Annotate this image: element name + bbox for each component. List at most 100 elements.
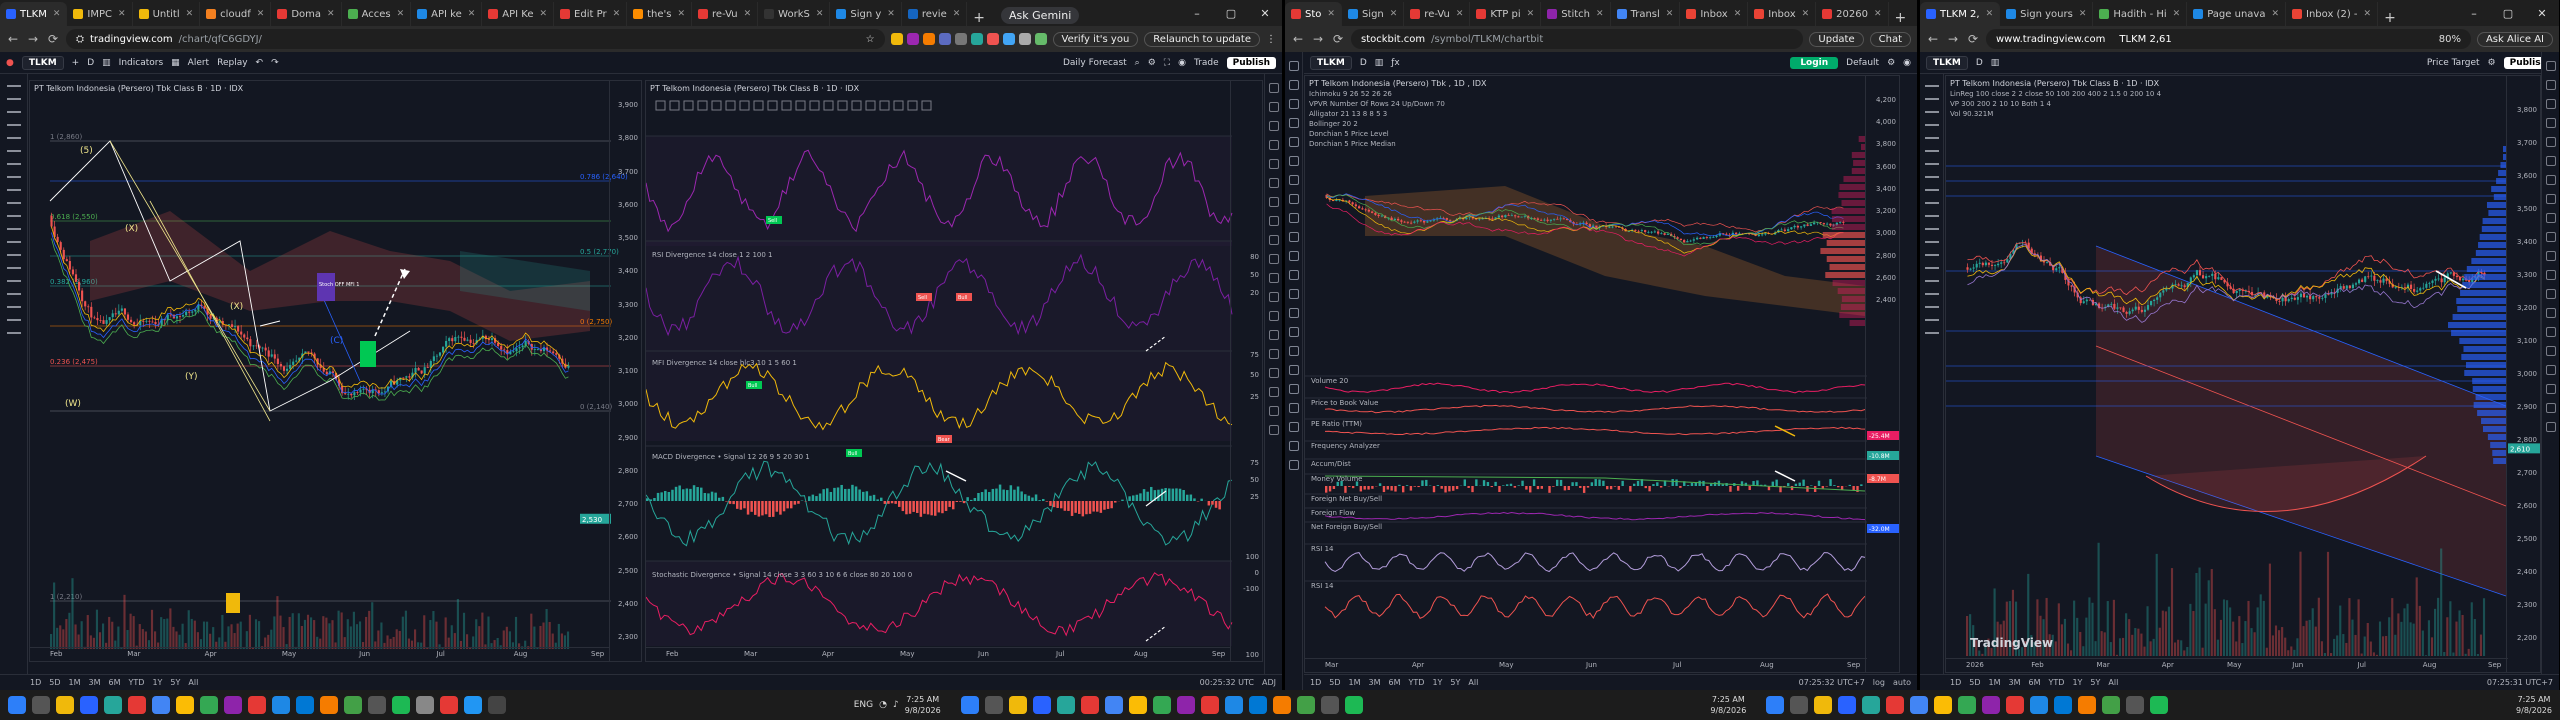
minimize-icon[interactable]: – — [1180, 2, 1214, 26]
maximize-icon[interactable]: ▢ — [2491, 2, 2525, 26]
drawing-toolbar[interactable] — [1285, 52, 1303, 690]
tab-close-icon[interactable]: ✕ — [2271, 9, 2279, 19]
symbol-search[interactable]: TLKM — [1310, 55, 1352, 70]
url-field[interactable]: stockbit.com/symbol/TLKM/chartbit — [1351, 29, 1804, 49]
tab-0[interactable]: Sto ✕ — [1285, 2, 1342, 26]
spotify-icon[interactable] — [2150, 696, 2169, 714]
back-icon[interactable]: ← — [1926, 32, 1940, 46]
tab-0[interactable]: TLKM ✕ — [0, 2, 68, 26]
file-explorer-icon[interactable] — [1814, 696, 1833, 714]
app-icon[interactable] — [272, 696, 290, 714]
app-icon[interactable] — [224, 696, 242, 714]
tab-4[interactable]: Inbox (2) - ✕ — [2286, 2, 2379, 26]
time-axis[interactable]: Feb Mar Apr May Jun Jul Aug Sep — [30, 647, 609, 661]
fullscreen-icon[interactable]: ⛶ — [1164, 58, 1170, 68]
tab-4[interactable]: Stitch ✕ — [1541, 2, 1611, 26]
tab-close-icon[interactable]: ✕ — [2079, 9, 2087, 19]
menu-icon[interactable]: ⋮ — [1266, 34, 1276, 45]
back-icon[interactable]: ← — [1291, 32, 1305, 46]
extension-icon[interactable] — [986, 33, 999, 45]
tab-close-icon[interactable]: ✕ — [118, 9, 126, 19]
extension-icon[interactable] — [1018, 33, 1031, 45]
tab-close-icon[interactable]: ✕ — [1802, 9, 1810, 19]
settings-icon[interactable]: ⚙ — [1887, 58, 1895, 68]
forward-icon[interactable]: → — [1311, 32, 1325, 46]
app-icon[interactable] — [1200, 696, 1219, 714]
symbol-search[interactable]: TLKM — [1926, 55, 1968, 70]
tab-2[interactable]: Untitl ✕ — [133, 2, 201, 26]
range-button[interactable]: 6M — [1389, 678, 1401, 687]
extension-icon[interactable] — [1034, 33, 1047, 45]
price-axis[interactable]: 3,800 3,700 3,600 3,500 3,400 3,300 3,200 3,100… — [2506, 76, 2540, 672]
price-axis[interactable]: 3,900 3,800 3,700 3,600 3,500 3,400 3,300 3,200… — [609, 81, 641, 661]
ask-ai-button[interactable]: Ask Alice AI — [2476, 31, 2553, 47]
forward-icon[interactable]: → — [1946, 32, 1960, 46]
templates-icon[interactable]: ▦ — [171, 58, 180, 68]
tab-close-icon[interactable]: ✕ — [397, 9, 405, 19]
range-button[interactable]: 3M — [1369, 678, 1381, 687]
spotify-icon[interactable] — [392, 696, 410, 714]
chrome-icon[interactable] — [176, 696, 194, 714]
app-icon[interactable] — [128, 696, 146, 714]
bookmark-star-icon[interactable]: ☆ — [866, 34, 875, 45]
app-icon[interactable] — [368, 696, 386, 714]
range-button[interactable]: 1D — [1310, 678, 1321, 687]
layout-button[interactable]: Daily Forecast — [1063, 58, 1127, 68]
taskbar-clock-1[interactable]: 7:25 AM 9/8/2026 — [905, 694, 941, 716]
new-tab-button[interactable]: + — [2378, 10, 2402, 26]
publish-button[interactable]: Publish — [1226, 56, 1276, 69]
chart-type-icon[interactable]: ▥ — [1375, 58, 1384, 68]
compare-icon[interactable]: + — [72, 58, 80, 68]
app-icon[interactable] — [248, 696, 266, 714]
tab-3[interactable]: KTP pi ✕ — [1470, 2, 1542, 26]
tab-2[interactable]: re-Vu ✕ — [1404, 2, 1471, 26]
app-icon[interactable] — [1886, 696, 1905, 714]
verify-button[interactable]: Verify it's you — [1052, 31, 1139, 47]
tv-chart-pane-2[interactable]: PT Telkom Indonesia (Persero) Tbk Class … — [1945, 75, 2541, 673]
tab-2[interactable]: Hadith - Hi ✕ — [2093, 2, 2188, 26]
price-axis[interactable]: 4,200 4,000 3,800 3,600 3,400 3,200 3,000 2,800… — [1865, 76, 1899, 672]
app-icon[interactable] — [1056, 696, 1075, 714]
chart-type-icon[interactable]: ▥ — [102, 58, 111, 68]
tab-13[interactable]: revie ✕ — [902, 2, 968, 26]
indicator-time-axis[interactable]: Feb Mar Apr May Jun Jul Aug Sep — [646, 647, 1230, 661]
stockbit-chart-pane[interactable]: PT Telkom Indonesia (Persero) Tbk , 1D ,… — [1304, 75, 1900, 673]
minimize-icon[interactable]: – — [1912, 2, 1917, 26]
chat-button[interactable]: Chat — [1869, 31, 1911, 47]
range-button[interactable]: 6M — [109, 678, 121, 687]
app-icon[interactable] — [1320, 696, 1339, 714]
range-button[interactable]: 5Y — [170, 678, 180, 687]
chrome-icon[interactable] — [1128, 696, 1147, 714]
tab-8[interactable]: 20260 ✕ — [1816, 2, 1889, 26]
range-button[interactable]: 3M — [2009, 678, 2021, 687]
tab-close-icon[interactable]: ✕ — [1666, 9, 1674, 19]
range-button[interactable]: 5D — [1969, 678, 1980, 687]
range-button[interactable]: All — [2108, 678, 2118, 687]
range-button[interactable]: YTD — [1409, 678, 1425, 687]
tab-7[interactable]: Inbox ✕ — [1748, 2, 1817, 26]
drawing-toolbar[interactable] — [1920, 74, 1944, 690]
app-icon[interactable] — [1982, 696, 2001, 714]
extension-icon[interactable] — [954, 33, 967, 45]
stockbit-chart-canvas[interactable]: -25.4M-10.8M-8.7M-32.0M — [1305, 76, 1900, 673]
search-icon[interactable] — [1790, 696, 1809, 714]
auto-toggle[interactable]: auto — [1893, 678, 1911, 687]
app-icon[interactable] — [344, 696, 362, 714]
reload-icon[interactable]: ⟳ — [46, 32, 60, 46]
range-button[interactable]: All — [1468, 678, 1478, 687]
interval-icon[interactable]: D — [1360, 58, 1367, 68]
camera-icon[interactable]: ◉ — [1903, 58, 1911, 68]
range-button[interactable]: 1M — [1989, 678, 2001, 687]
tab-close-icon[interactable]: ✕ — [257, 9, 265, 19]
range-button[interactable]: 1Y — [2072, 678, 2082, 687]
tab-close-icon[interactable]: ✕ — [540, 9, 548, 19]
tab-close-icon[interactable]: ✕ — [1986, 9, 1994, 19]
tab-5[interactable]: Acces ✕ — [342, 2, 412, 26]
back-icon[interactable]: ← — [6, 32, 20, 46]
indicators-button[interactable]: Indicators — [119, 58, 163, 68]
new-tab-button[interactable]: + — [967, 10, 991, 26]
range-button[interactable]: YTD — [129, 678, 145, 687]
app-icon[interactable] — [2078, 696, 2097, 714]
taskbar-clock-3[interactable]: 7:25 AM 9/8/2026 — [2516, 694, 2552, 716]
tab-close-icon[interactable]: ✕ — [744, 9, 752, 19]
